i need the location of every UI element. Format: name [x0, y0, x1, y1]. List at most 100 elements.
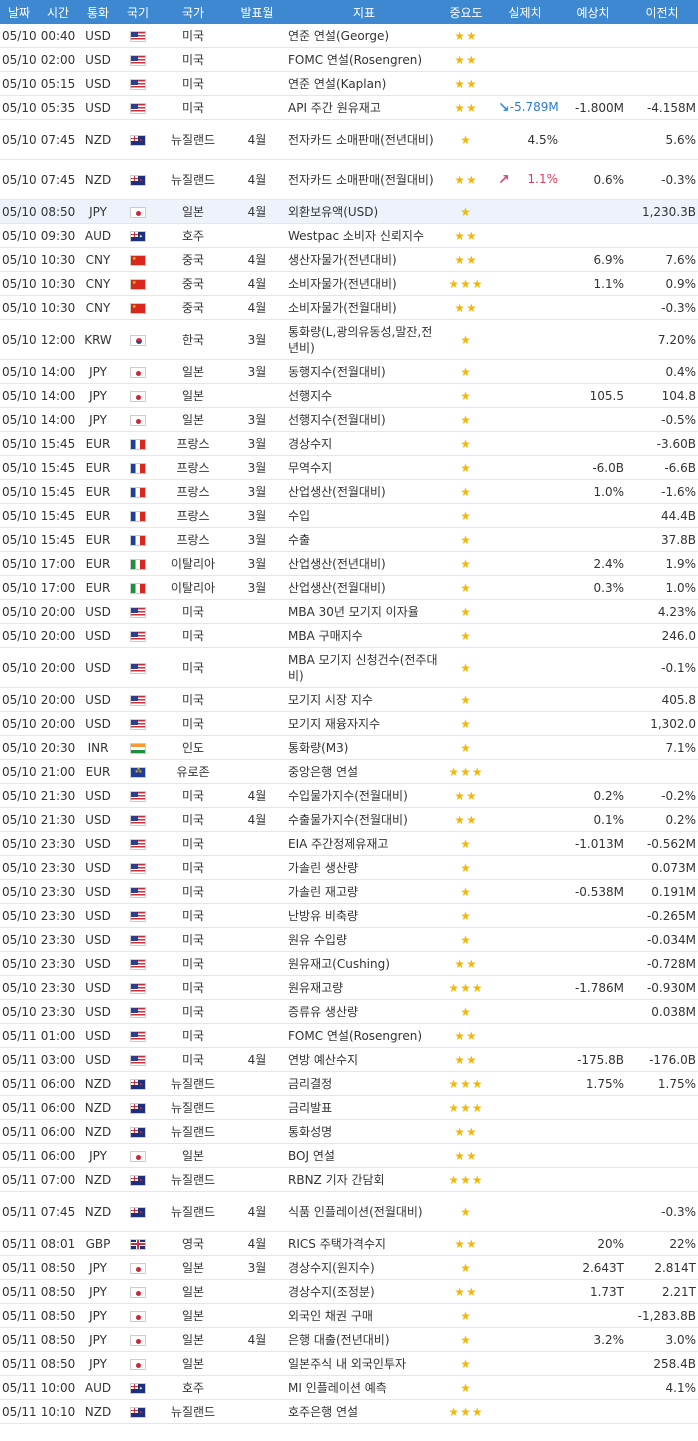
arrow-down-icon: ↘: [498, 99, 510, 116]
importance-stars-icon: ★★: [454, 28, 478, 43]
table-row[interactable]: 05/10 14:00 JPY 일본 선행지수 ★ 105.5 104.8: [0, 383, 698, 408]
header-country[interactable]: 국가: [158, 0, 228, 24]
table-row[interactable]: 05/10 23:30 USD 미국 EIA 주간정제유재고 ★ -1.013M -0.562…: [0, 831, 698, 856]
table-row[interactable]: 05/10 23:30 USD 미국 원유 수입량 ★ -0.034M: [0, 927, 698, 952]
jp-flag-icon: [130, 1334, 146, 1346]
table-row[interactable]: 05/10 20:30 INR 인도 통화량(M3) ★ 7.1%: [0, 735, 698, 760]
table-row[interactable]: 05/10 15:45 EUR 프랑스 3월 무역수지 ★ -6.0B -6.6B: [0, 455, 698, 480]
table-row[interactable]: 05/1106:00NZD 뉴질랜드 통화성명 ★★: [0, 1119, 698, 1144]
cell-flag: [118, 295, 158, 320]
header-currency[interactable]: 통화: [78, 0, 118, 24]
table-row[interactable]: 05/10 20:00 USD 미국 모기지 시장 지수 ★ 405.8: [0, 687, 698, 712]
cell-currency: JPY: [78, 1143, 118, 1168]
cell-indicator: 생산자물가(전년대비): [286, 247, 442, 272]
cell-actual: [490, 783, 560, 808]
table-row[interactable]: 05/11 08:50 JPY 일본 일본주식 내 외국인투자 ★ 258.4B: [0, 1351, 698, 1376]
jp-flag-icon: [130, 1286, 146, 1298]
table-row[interactable]: 05/10 00:40 USD 미국 연준 연설(George) ★★: [0, 24, 698, 48]
table-row[interactable]: 05/1107:00NZD 뉴질랜드 RBNZ 기자 간담회 ★★★: [0, 1167, 698, 1192]
table-row[interactable]: 05/10 23:30 USD 미국 가솔린 생산량 ★ 0.073M: [0, 855, 698, 880]
table-row[interactable]: 05/11 08:50 JPY 일본 3월 경상수지(원지수) ★ 2.643T 2.814T: [0, 1255, 698, 1280]
table-row[interactable]: 05/10 17:00 EUR 이탈리아 3월 산업생산(전년대비) ★ 2.4% 1.9%: [0, 551, 698, 576]
table-row[interactable]: 05/11 08:01 GBP 영국 4월 RICS 주택가격수지 ★★ 20% 22%: [0, 1231, 698, 1256]
table-row[interactable]: 05/1007:45NZD 뉴질랜드4월전자카드 소매판매(전년대비) ★ 4.5% 5…: [0, 119, 698, 160]
table-row[interactable]: 05/11 08:50 JPY 일본 외국인 채권 구매 ★ -1,283.8B: [0, 1303, 698, 1328]
cell-date: 05/10: [0, 199, 38, 224]
table-row[interactable]: 05/1110:00AUD 호주 MI 인플레이션 예측 ★ 4.1%: [0, 1375, 698, 1400]
cell-month: [228, 831, 286, 856]
table-row[interactable]: 05/10 20:00 USD 미국 MBA 구매지수 ★ 246.0: [0, 623, 698, 648]
table-row[interactable]: 05/10 23:30 USD 미국 증류유 생산량 ★ 0.038M: [0, 999, 698, 1024]
cell-month: [228, 95, 286, 120]
table-row[interactable]: 05/10 23:30 USD 미국 원유재고(Cushing) ★★ -0.728M: [0, 951, 698, 976]
table-row[interactable]: 05/1010:30CNY 중국4월소비자물가(전년대비) ★★★ 1.1%0.9%: [0, 271, 698, 296]
table-header-row: 날짜 시간 통화 국기 국가 발표월 지표 중요도 실제치 예상치 이전치: [0, 0, 698, 24]
importance-stars-icon: ★★: [454, 300, 478, 315]
header-date[interactable]: 날짜: [0, 0, 38, 24]
table-row[interactable]: 05/10 23:30 USD 미국 가솔린 재고량 ★ -0.538M 0.191M: [0, 879, 698, 904]
cell-date: 05/10: [0, 159, 38, 200]
table-row[interactable]: 05/10 15:45 EUR 프랑스 3월 산업생산(전월대비) ★ 1.0% -1.6%: [0, 479, 698, 504]
header-time[interactable]: 시간: [38, 0, 78, 24]
cell-importance: ★★: [442, 1279, 490, 1304]
table-row[interactable]: 05/1010:30CNY 중국4월소비자물가(전월대비) ★★ -0.3%: [0, 295, 698, 320]
table-row[interactable]: 05/11 08:50 JPY 일본 경상수지(조정분) ★★ 1.73T 2.21T: [0, 1279, 698, 1304]
table-row[interactable]: 05/10 05:35 USD 미국 API 주간 원유재고 ★★ ↘ -5.789M -1.8…: [0, 95, 698, 120]
header-forecast[interactable]: 예상치: [560, 0, 626, 24]
us-flag-icon: [130, 910, 146, 922]
cell-indicator: 일본주식 내 외국인투자: [286, 1351, 442, 1376]
table-row[interactable]: 05/10 15:45 EUR 프랑스 3월 수입 ★ 44.4B: [0, 503, 698, 528]
cell-forecast: -1.013M: [560, 831, 626, 856]
cell-time: 23:30: [38, 999, 78, 1024]
table-row[interactable]: 05/10 15:45 EUR 프랑스 3월 수출 ★ 37.8B: [0, 527, 698, 552]
table-row[interactable]: 05/1009:30AUD 호주 Westpac 소비자 신뢰지수 ★★: [0, 223, 698, 248]
table-row[interactable]: 05/11 06:00 JPY 일본 BOJ 연설 ★★: [0, 1143, 698, 1168]
table-row[interactable]: 05/11 08:50 JPY 일본 4월 은행 대출(전년대비) ★ 3.2% 3.0%: [0, 1327, 698, 1352]
table-row[interactable]: 05/10 08:50 JPY 일본 4월 외환보유액(USD) ★ 1,230.3B: [0, 199, 698, 224]
table-row[interactable]: 05/1007:45NZD 뉴질랜드4월전자카드 소매판매(전월대비) ★★ ↗ 1.1…: [0, 159, 698, 200]
table-row[interactable]: 05/10 23:30 USD 미국 난방유 비축량 ★ -0.265M: [0, 903, 698, 928]
header-actual[interactable]: 실제치: [490, 0, 560, 24]
table-row[interactable]: 05/1107:45NZD 뉴질랜드4월식품 인플레이션(전월대비) ★ -0.3%: [0, 1191, 698, 1232]
table-row[interactable]: 05/1106:00NZD 뉴질랜드 금리결정 ★★★ 1.75%1.75%: [0, 1071, 698, 1096]
cell-previous: [626, 1399, 698, 1424]
cell-time: 23:30: [38, 879, 78, 904]
table-row[interactable]: 05/10 20:00 USD 미국 MBA 30년 모기지 이자율 ★ 4.23%: [0, 599, 698, 624]
table-row[interactable]: 05/10 02:00 USD 미국 FOMC 연설(Rosengren) ★★: [0, 47, 698, 72]
cell-flag: [118, 383, 158, 408]
cell-month: 3월: [228, 1255, 286, 1280]
table-row[interactable]: 05/10 15:45 EUR 프랑스 3월 경상수지 ★ -3.60B: [0, 431, 698, 456]
cell-currency: USD: [78, 623, 118, 648]
table-row[interactable]: 05/11 03:00 USD 미국 4월 연방 예산수지 ★★ -175.8B -176.0B: [0, 1047, 698, 1072]
table-row[interactable]: 05/1021:00EUR 유로존 중앙은행 연설 ★★★: [0, 759, 698, 784]
cell-actual: [490, 223, 560, 248]
table-row[interactable]: 05/10 23:30 USD 미국 원유재고량 ★★★ -1.786M -0.930M: [0, 975, 698, 1000]
header-indicator[interactable]: 지표: [286, 0, 442, 24]
table-row[interactable]: 05/10 20:00 USD 미국 MBA 모기지 신청건수(전주대비) ★ -0.1%: [0, 647, 698, 688]
cell-importance: ★★★: [442, 1399, 490, 1424]
cell-month: 3월: [228, 431, 286, 456]
table-row[interactable]: 05/10 20:00 USD 미국 모기지 재융자지수 ★ 1,302.0: [0, 711, 698, 736]
cell-forecast: [560, 1143, 626, 1168]
header-previous[interactable]: 이전치: [626, 0, 698, 24]
table-row[interactable]: 05/10 17:00 EUR 이탈리아 3월 산업생산(전월대비) ★ 0.3% 1.0%: [0, 575, 698, 600]
table-row[interactable]: 05/10 21:30 USD 미국 4월 수입물가지수(전월대비) ★★ 0.2% -0.2%: [0, 783, 698, 808]
cell-time: 07:45: [38, 1191, 78, 1232]
cell-time: 23:30: [38, 903, 78, 928]
table-row[interactable]: 05/1106:00NZD 뉴질랜드 금리발표 ★★★: [0, 1095, 698, 1120]
table-row[interactable]: 05/11 01:00 USD 미국 FOMC 연설(Rosengren) ★★: [0, 1023, 698, 1048]
cell-actual: 4.5%: [490, 119, 560, 160]
table-row[interactable]: 05/10 14:00 JPY 일본 3월 선행지수(전월대비) ★ -0.5%: [0, 407, 698, 432]
header-month[interactable]: 발표월: [228, 0, 286, 24]
table-row[interactable]: 05/10 14:00 JPY 일본 3월 동행지수(전월대비) ★ 0.4%: [0, 359, 698, 384]
importance-stars-icon: ★★★: [448, 1172, 484, 1187]
header-flag[interactable]: 국기: [118, 0, 158, 24]
table-row[interactable]: 05/10 21:30 USD 미국 4월 수출물가지수(전월대비) ★★ 0.1% 0.2%: [0, 807, 698, 832]
table-row[interactable]: 05/1110:10NZD 뉴질랜드 호주은행 연설 ★★★: [0, 1399, 698, 1424]
table-row[interactable]: 05/1010:30CNY 중국4월생산자물가(전년대비) ★★ 6.9%7.6%: [0, 247, 698, 272]
cell-date: 05/10: [0, 24, 38, 48]
header-importance[interactable]: 중요도: [442, 0, 490, 24]
table-row[interactable]: 05/10 12:00 KRW 한국 3월 통화량(L,광의유동성,말잔,전년비) ★ 7.2…: [0, 319, 698, 360]
cell-time: 20:00: [38, 711, 78, 736]
table-row[interactable]: 05/10 05:15 USD 미국 연준 연설(Kaplan) ★★: [0, 71, 698, 96]
